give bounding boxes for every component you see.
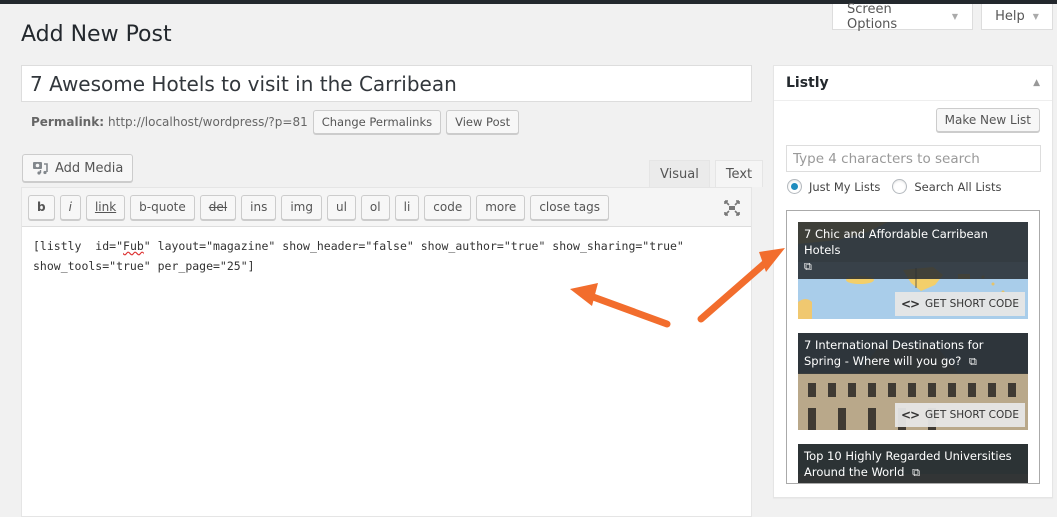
page-title: Add New Post: [21, 22, 172, 47]
make-new-list-button[interactable]: Make New List: [935, 108, 1040, 132]
external-link-icon[interactable]: ⧉: [969, 354, 977, 370]
qt-italic-button[interactable]: i: [59, 194, 81, 220]
list-scope-radios: Just My Lists Search All Lists: [787, 179, 1014, 194]
qt-code-button[interactable]: code: [424, 194, 472, 220]
tab-visual[interactable]: Visual: [649, 160, 710, 187]
content-textarea[interactable]: [listly id="Fub" layout="magazine" show_…: [22, 227, 751, 285]
post-title-value: 7 Awesome Hotels to visit in the Carribe…: [30, 71, 457, 96]
caret-down-icon: ▼: [1032, 12, 1039, 21]
list-card[interactable]: Top 10 Highly Regarded Universities Arou…: [798, 444, 1028, 483]
external-link-icon[interactable]: ⧉: [912, 465, 920, 481]
permalink-label: Permalink:: [31, 115, 105, 129]
spellcheck-error-word: Fub: [123, 239, 144, 253]
screen-meta-links: Screen Options ▼ Help ▼: [832, 1, 1057, 32]
radio-unchecked-icon: [892, 179, 908, 194]
screen-options-button[interactable]: Screen Options ▼: [832, 1, 973, 32]
qt-close-tags-button[interactable]: close tags: [530, 194, 609, 220]
radio-search-all-lists[interactable]: Search All Lists: [892, 179, 1002, 194]
qt-li-button[interactable]: li: [394, 194, 420, 220]
external-link-icon[interactable]: ⧉: [804, 259, 812, 275]
permalink-row: Permalink: http://localhost/wordpress/?p…: [31, 110, 520, 134]
list-card-title: Top 10 Highly Regarded Universities Arou…: [798, 444, 1028, 483]
add-media-label: Add Media: [55, 160, 124, 176]
qt-ins-button[interactable]: ins: [241, 194, 277, 220]
editor-tabs: Visual Text: [649, 160, 764, 187]
code-brackets-icon: <>: [900, 408, 920, 422]
list-title-text: 7 International Destinations for Spring …: [804, 338, 984, 368]
get-short-code-label: GET SHORT CODE: [925, 298, 1019, 310]
qt-more-button[interactable]: more: [476, 194, 526, 220]
quicktags-toolbar: b i link b-quote del ins img ul ol li co…: [22, 188, 751, 227]
list-results[interactable]: 7 Chic and Affordable Carribean Hotels ⧉…: [786, 210, 1040, 484]
post-title-input[interactable]: 7 Awesome Hotels to visit in the Carribe…: [21, 65, 752, 102]
qt-del-button[interactable]: del: [199, 194, 237, 220]
qt-blockquote-button[interactable]: b-quote: [130, 194, 195, 220]
radio-label: Search All Lists: [914, 179, 1002, 194]
list-card[interactable]: 7 International Destinations for Spring …: [798, 333, 1028, 430]
get-short-code-button[interactable]: <> GET SHORT CODE: [894, 292, 1025, 316]
get-short-code-label: GET SHORT CODE: [925, 409, 1019, 421]
list-title-text: 7 Chic and Affordable Carribean Hotels: [804, 227, 988, 257]
qt-ol-button[interactable]: ol: [360, 194, 390, 220]
qt-bold-button[interactable]: b: [28, 194, 55, 220]
qt-ul-button[interactable]: ul: [326, 194, 356, 220]
radio-just-my-lists[interactable]: Just My Lists: [787, 179, 880, 194]
list-search-input[interactable]: [786, 145, 1041, 172]
get-short-code-button[interactable]: <> GET SHORT CODE: [894, 403, 1025, 427]
qt-img-button[interactable]: img: [281, 194, 322, 220]
list-title-text: Top 10 Highly Regarded Universities Arou…: [804, 449, 1012, 479]
add-media-button[interactable]: Add Media: [22, 154, 134, 182]
code-brackets-icon: <>: [900, 297, 920, 311]
fullscreen-icon[interactable]: [723, 199, 741, 217]
change-permalinks-button[interactable]: Change Permalinks: [312, 110, 442, 134]
text-editor: b i link b-quote del ins img ul ol li co…: [21, 187, 752, 517]
tab-text[interactable]: Text: [714, 160, 764, 187]
radio-label: Just My Lists: [809, 179, 881, 194]
listly-title: Listly: [786, 75, 829, 91]
help-label: Help: [995, 9, 1025, 24]
view-post-button[interactable]: View Post: [446, 110, 520, 134]
caret-down-icon: ▼: [951, 12, 958, 21]
help-button[interactable]: Help ▼: [981, 4, 1053, 30]
screen-options-label: Screen Options: [847, 1, 898, 32]
list-card[interactable]: 7 Chic and Affordable Carribean Hotels ⧉…: [798, 222, 1028, 319]
permalink-url[interactable]: http://localhost/wordpress/?p=81: [108, 115, 308, 129]
radio-checked-icon: [787, 179, 802, 194]
qt-link-button[interactable]: link: [85, 194, 126, 220]
listly-header[interactable]: Listly ▲: [774, 66, 1052, 101]
content-text-start: [listly id=": [33, 239, 124, 253]
collapse-toggle-icon[interactable]: ▲: [1033, 78, 1040, 88]
listly-metabox: Listly ▲ Make New List Just My Lists Sea…: [773, 65, 1053, 498]
list-card-title: 7 International Destinations for Spring …: [798, 333, 1028, 374]
media-icon: [33, 162, 48, 175]
list-card-title: 7 Chic and Affordable Carribean Hotels ⧉: [798, 222, 1028, 279]
